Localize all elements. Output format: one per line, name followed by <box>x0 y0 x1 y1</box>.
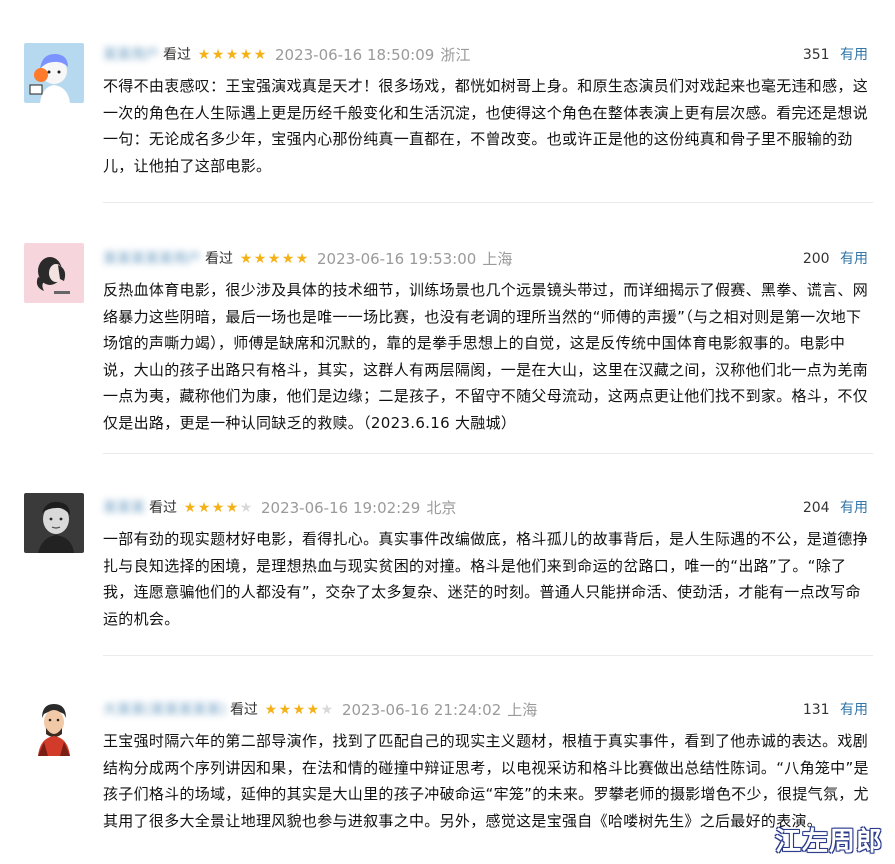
useful-button[interactable]: 有用 <box>840 500 868 516</box>
star-icon: ★ <box>197 47 211 63</box>
star-icon: ★ <box>183 500 197 516</box>
vote-count: 204 <box>802 500 830 516</box>
useful-button[interactable]: 有用 <box>840 47 868 63</box>
username[interactable]: 大某某(某某某某某) <box>103 699 226 721</box>
star-icon: ★ <box>197 500 211 516</box>
star-empty-icon: ★ <box>320 702 334 718</box>
review-location: 北京 <box>426 499 457 517</box>
divider <box>103 655 873 656</box>
star-icon: ★ <box>267 251 281 267</box>
review-location: 上海 <box>482 250 513 268</box>
rating-stars: ★ ★ ★ ★ ★ <box>197 48 267 62</box>
review-content: 反热血体育电影，很少涉及具体的技术细节，训练场景也几个远景镜头带过，而详细揭示了… <box>103 281 869 432</box>
rating-stars: ★ ★ ★ ★ ★ <box>239 252 309 266</box>
review-time: 2023-06-16 19:53:00 <box>317 250 477 268</box>
review-location: 上海 <box>507 701 538 719</box>
star-icon: ★ <box>278 702 292 718</box>
rating-stars: ★ ★ ★ ★ ★ <box>183 501 253 515</box>
star-icon: ★ <box>253 251 267 267</box>
watched-label: 看过 <box>205 251 233 267</box>
useful-votes: 204 有用 <box>803 497 868 519</box>
watched-label: 看过 <box>163 47 191 63</box>
watched-label: 看过 <box>229 702 258 718</box>
avatar[interactable] <box>24 243 84 303</box>
review-location: 浙江 <box>440 46 471 64</box>
rating-stars: ★ ★ ★ ★ ★ <box>264 703 334 717</box>
avatar[interactable] <box>24 696 84 756</box>
star-icon: ★ <box>264 702 278 718</box>
star-icon: ★ <box>292 702 306 718</box>
username[interactable]: 某某用户 <box>103 44 159 66</box>
useful-votes: 351 有用 <box>803 44 868 66</box>
useful-button[interactable]: 有用 <box>840 702 868 718</box>
useful-votes: 131 有用 <box>803 699 868 721</box>
avatar[interactable] <box>24 493 84 553</box>
star-icon: ★ <box>239 47 253 63</box>
star-icon: ★ <box>225 47 239 63</box>
watched-label: 看过 <box>149 500 177 516</box>
review-time: 2023-06-16 18:50:09 <box>275 46 435 64</box>
avatar[interactable] <box>24 43 84 103</box>
vote-count: 351 <box>802 47 830 63</box>
star-icon: ★ <box>239 251 253 267</box>
star-empty-icon: ★ <box>239 500 253 516</box>
review-content: 不得不由衷感叹：王宝强演戏真是天才！很多场戏，都恍如树哥上身。和原生态演员们对戏… <box>103 77 869 175</box>
star-icon: ★ <box>253 47 267 63</box>
useful-votes: 200 有用 <box>803 248 868 270</box>
username[interactable]: 某某某 <box>103 497 145 519</box>
username[interactable]: 某某某某某用户 <box>103 248 201 270</box>
vote-count: 200 <box>802 251 830 267</box>
review-content: 一部有劲的现实题材好电影，看得扎心。真实事件改编做底，格斗孤儿的故事背后，是人生… <box>103 530 869 628</box>
star-icon: ★ <box>306 702 320 718</box>
review-time: 2023-06-16 19:02:29 <box>261 499 421 517</box>
review-content: 王宝强时隔六年的第二部导演作，找到了匹配自己的现实主义题材，根植于真实事件，看到… <box>103 732 869 830</box>
divider <box>103 453 873 454</box>
review-time: 2023-06-16 21:24:02 <box>341 701 502 719</box>
useful-button[interactable]: 有用 <box>840 251 868 267</box>
star-icon: ★ <box>211 47 225 63</box>
divider <box>103 202 873 203</box>
vote-count: 131 <box>802 702 830 718</box>
star-icon: ★ <box>225 500 239 516</box>
star-icon: ★ <box>295 251 309 267</box>
watermark: 江左周郎 <box>774 827 883 857</box>
star-icon: ★ <box>281 251 295 267</box>
star-icon: ★ <box>211 500 225 516</box>
